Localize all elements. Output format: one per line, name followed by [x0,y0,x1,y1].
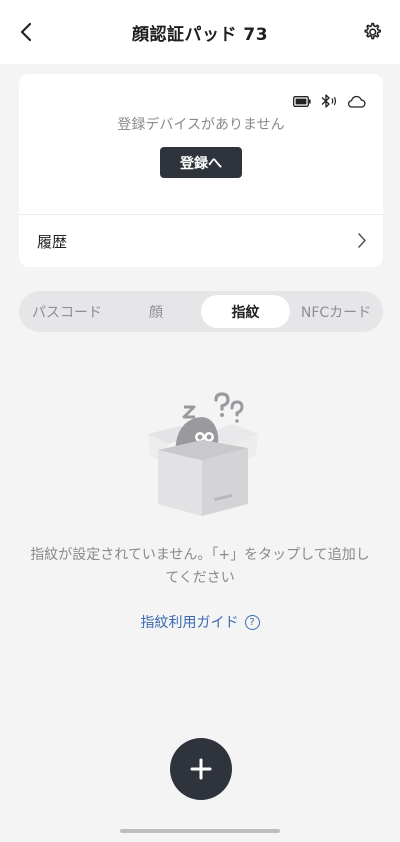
no-device-text: 登録デバイスがありません [117,117,285,133]
chevron-right-icon [358,233,366,248]
history-label: 履歴 [37,232,68,251]
device-status-icons [293,94,366,108]
register-button[interactable]: 登録へ [160,147,242,178]
settings-button[interactable] [360,20,384,44]
tab-nfc-card[interactable]: NFCカード [292,295,380,328]
add-button[interactable] [170,738,232,800]
battery-icon [293,95,311,107]
credential-tabs: パスコード 顔 指紋 NFCカード [19,291,383,332]
guide-link-label: 指紋利用ガイド [140,615,239,631]
tab-face[interactable]: 顔 [114,295,198,328]
bluetooth-icon [321,94,337,108]
help-icon: ? [244,614,260,630]
history-row[interactable]: 履歴 [19,215,383,267]
tab-fingerprint[interactable]: 指紋 [201,295,290,328]
home-indicator [120,829,280,833]
device-card: 登録デバイスがありません 登録へ 履歴 [19,74,383,267]
cloud-icon [347,95,366,108]
empty-box-illustration [148,392,258,516]
page-title: 顔認証パッド 73 [131,25,269,45]
fingerprint-guide-link[interactable]: 指紋利用ガイド ? [0,612,400,632]
plus-icon [190,758,212,780]
gear-icon [364,22,382,40]
empty-state-message: 指紋が設定されていません。「+」をタップして追加してください [30,547,370,586]
tab-passcode[interactable]: パスコード [23,295,111,328]
app-header: 顔認証パッド 73 [0,0,400,64]
